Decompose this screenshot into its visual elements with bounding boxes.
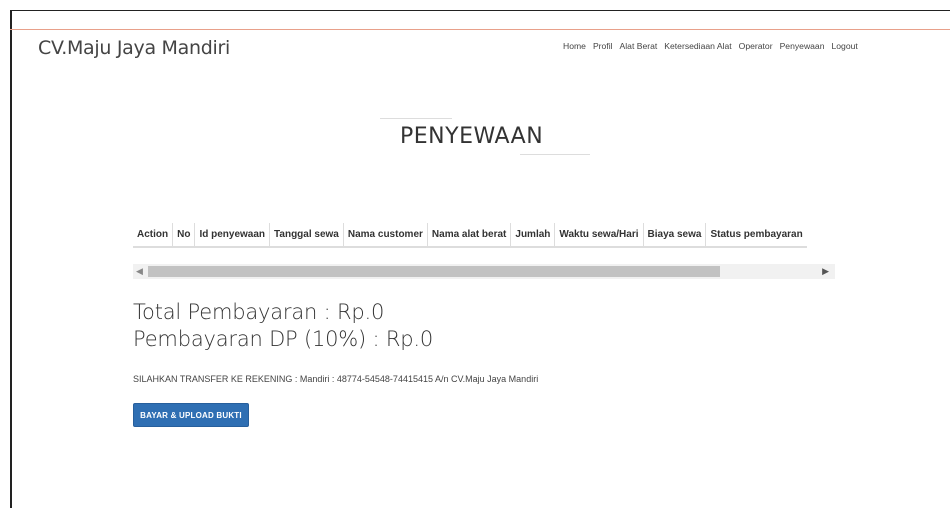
col-nama-alat-berat: Nama alat berat [427,223,512,248]
table-horizontal-scrollbar[interactable]: ◀ ▶ [133,264,835,279]
page-title: PENYEWAAN [400,124,544,149]
scroll-left-icon[interactable]: ◀ [136,266,143,277]
title-decor-line-top [380,118,452,119]
pay-upload-button[interactable]: BAYAR & UPLOAD BUKTI [133,403,249,427]
dp-payment: Pembayaran DP (10%) : Rp.0 [133,327,434,351]
table-header-row: Action No Id penyewaan Tanggal sewa Nama… [133,223,807,248]
col-no: No [172,223,196,248]
transfer-instruction: SILAHKAN TRANSFER KE REKENING : Mandiri … [133,374,539,384]
browser-frame [10,10,950,508]
col-tanggal-sewa: Tanggal sewa [269,223,344,248]
rental-table-container: Action No Id penyewaan Tanggal sewa Nama… [133,223,835,248]
nav-ketersediaan-alat[interactable]: Ketersediaan Alat [664,41,731,51]
page-title-block: PENYEWAAN [380,118,590,158]
col-status-pembayaran: Status pembayaran [705,223,807,248]
col-jumlah: Jumlah [510,223,556,248]
nav-profil[interactable]: Profil [593,41,613,51]
title-decor-line-bottom [520,154,590,155]
col-biaya-sewa: Biaya sewa [643,223,707,248]
nav-home[interactable]: Home [563,41,586,51]
scroll-right-icon[interactable]: ▶ [822,266,829,277]
col-waktu-sewa: Waktu sewa/Hari [554,223,644,248]
nav-logout[interactable]: Logout [832,41,858,51]
total-payment: Total Pembayaran : Rp.0 [133,300,385,324]
nav-penyewaan[interactable]: Penyewaan [780,41,825,51]
scrollbar-thumb[interactable] [148,266,720,277]
col-action: Action [133,223,174,248]
main-nav: Home Profil Alat Berat Ketersediaan Alat… [563,41,858,51]
col-nama-customer: Nama customer [343,223,428,248]
header-divider [10,29,950,30]
col-id-penyewaan: Id penyewaan [194,223,271,248]
rental-table: Action No Id penyewaan Tanggal sewa Nama… [133,223,807,248]
brand-logo-text[interactable]: CV.Maju Jaya Mandiri [38,37,230,59]
nav-operator[interactable]: Operator [739,41,773,51]
nav-alat-berat[interactable]: Alat Berat [620,41,658,51]
